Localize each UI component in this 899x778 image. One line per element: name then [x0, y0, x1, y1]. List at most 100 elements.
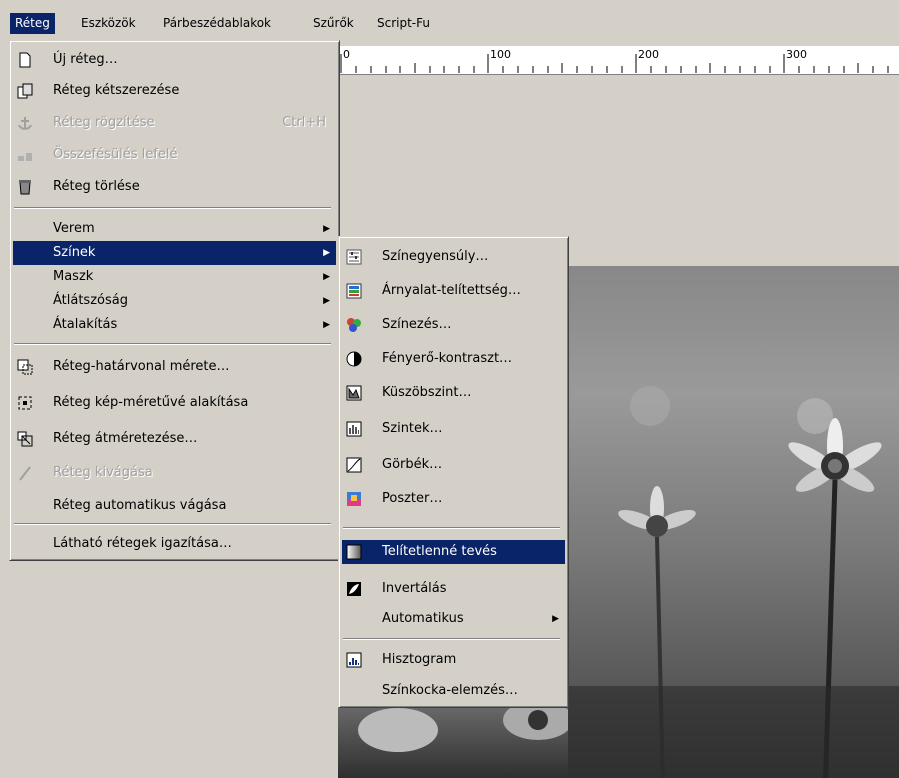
- new-layer-icon: [19, 52, 31, 68]
- menu-item-osszefesules-lefele[interactable]: Összefésülés lefelé: [13, 143, 336, 167]
- menu-item-label: Árnyalat-telítettség…: [382, 283, 521, 298]
- menu-item-label: Réteg kivágása: [53, 465, 153, 480]
- menu-item-invertalas[interactable]: Invertálás: [342, 577, 565, 601]
- menu-item-uj-reteg[interactable]: Új réteg…: [13, 48, 336, 72]
- layer-to-image-size-icon: [18, 396, 32, 410]
- menu-item-label: Átalakítás: [53, 317, 118, 332]
- shortcut-label: Ctrl+H: [282, 115, 326, 130]
- menu-item-reteg-torlese[interactable]: Réteg törlése: [13, 175, 336, 199]
- posterize-icon: [347, 492, 361, 506]
- menu-item-maszk[interactable]: Maszk ▶: [13, 265, 336, 289]
- menu-item-label: Réteg-határvonal mérete…: [53, 359, 230, 374]
- ruler-label: 0: [343, 48, 350, 61]
- color-balance-icon: [346, 249, 362, 265]
- menu-item-atlatszosag[interactable]: Átlátszóság ▶: [13, 289, 336, 313]
- menu-item-szintek[interactable]: Szintek…: [342, 417, 565, 441]
- menu-item-lathato-retegek-igazitasa[interactable]: Látható rétegek igazítása…: [13, 532, 336, 556]
- horizontal-ruler: 0 100 200 300: [338, 46, 899, 75]
- menubar: Réteg Eszközök Párbeszédablakok Szűrők S…: [0, 0, 899, 34]
- submenu-arrow-icon: ▶: [323, 296, 330, 306]
- menu-item-szinegyensuly[interactable]: Színegyensúly…: [342, 245, 565, 269]
- menu-item-szinkocka-elemzes[interactable]: Színkocka-elemzés…: [342, 679, 565, 703]
- menu-item-label: Hisztogram: [382, 652, 457, 667]
- layer-menu: Új réteg… Réteg kétszerezése Réteg rögzí…: [9, 40, 340, 561]
- hue-saturation-icon: [346, 283, 362, 299]
- menu-item-fenyero-kontraszt[interactable]: Fényerő-kontraszt…: [342, 347, 565, 371]
- merge-down-icon: [18, 153, 32, 161]
- ruler-label: 200: [638, 48, 659, 61]
- ruler-label: 300: [786, 48, 807, 61]
- menu-item-label: Fényerő-kontraszt…: [382, 351, 513, 366]
- menu-separator: [14, 207, 331, 209]
- menu-item-gorbek[interactable]: Görbék…: [342, 453, 565, 477]
- curves-icon: [346, 457, 362, 473]
- menu-separator: [343, 527, 560, 529]
- submenu-arrow-icon: ▶: [552, 614, 559, 624]
- menu-item-label: Réteg átméretezése…: [53, 431, 198, 446]
- menu-eszkozok[interactable]: Eszközök: [76, 13, 141, 34]
- brightness-contrast-icon: [346, 351, 362, 367]
- submenu-arrow-icon: ▶: [323, 320, 330, 330]
- menu-item-szinezes[interactable]: Színezés…: [342, 313, 565, 337]
- menu-item-label: Küszöbszint…: [382, 385, 472, 400]
- menu-item-label: Réteg kétszerezése: [53, 83, 180, 98]
- menu-separator: [14, 343, 331, 345]
- histogram-icon: [346, 652, 362, 668]
- menu-item-label: Új réteg…: [53, 52, 118, 67]
- menu-item-hisztogram[interactable]: Hisztogram: [342, 648, 565, 672]
- menu-item-reteg-ketszerezese[interactable]: Réteg kétszerezése: [13, 79, 336, 103]
- menu-script-fu[interactable]: Script-Fu: [372, 13, 435, 34]
- menu-item-label: Invertálás: [382, 581, 447, 596]
- menu-item-label: Réteg törlése: [53, 179, 140, 194]
- menu-item-label: Verem: [53, 221, 95, 236]
- menu-item-label: Színek: [53, 245, 96, 260]
- menu-item-label: Színegyensúly…: [382, 249, 489, 264]
- menu-item-poszter[interactable]: Poszter…: [342, 487, 565, 511]
- menu-item-label: Automatikus: [382, 611, 464, 626]
- menu-item-reteg-hatarvonal-merete[interactable]: Réteg-határvonal mérete…: [13, 355, 336, 379]
- menu-item-reteg-kivagasa[interactable]: Réteg kivágása: [13, 461, 336, 485]
- menu-parbeszedablakok[interactable]: Párbeszédablakok: [158, 13, 276, 34]
- submenu-arrow-icon: ▶: [323, 272, 330, 282]
- submenu-arrow-icon: ▶: [323, 248, 330, 258]
- menu-item-kuszobszint[interactable]: Küszöbszint…: [342, 381, 565, 405]
- menu-item-verem[interactable]: Verem ▶: [13, 217, 336, 241]
- menu-separator: [343, 638, 560, 640]
- menu-item-label: Réteg rögzítése: [53, 115, 155, 130]
- menu-item-label: Szintek…: [382, 421, 443, 436]
- menu-reteg[interactable]: Réteg: [10, 13, 55, 34]
- menu-item-atalakitas[interactable]: Átalakítás ▶: [13, 313, 336, 337]
- menu-item-szinek[interactable]: Színek ▶: [13, 241, 336, 265]
- colorize-icon: [347, 318, 361, 332]
- ruler-label: 100: [490, 48, 511, 61]
- menu-item-reteg-atmeretezese[interactable]: Réteg átméretezése…: [13, 427, 336, 451]
- submenu-arrow-icon: ▶: [323, 224, 330, 234]
- anchor-icon: [18, 117, 32, 130]
- flower-photo[interactable]: [565, 266, 899, 778]
- duplicate-layer-icon: [17, 83, 33, 99]
- flower-photo-art: [565, 386, 899, 778]
- menu-item-telitetlenne-teves[interactable]: Telítetlenné tevés: [342, 540, 565, 564]
- crop-icon: [19, 466, 31, 481]
- menu-item-label: Látható rétegek igazítása…: [53, 536, 232, 551]
- layer-boundary-icon: [17, 359, 33, 375]
- menu-item-automatikus[interactable]: Automatikus ▶: [342, 607, 565, 631]
- menu-item-label: Átlátszóság: [53, 293, 128, 308]
- menu-item-label: Réteg automatikus vágása: [53, 498, 227, 513]
- menu-item-label: Réteg kép-méretűvé alakítása: [53, 395, 249, 410]
- menu-item-label: Telítetlenné tevés: [382, 544, 497, 559]
- desaturate-icon: [346, 544, 362, 560]
- menu-item-label: Maszk: [53, 269, 94, 284]
- menu-item-label: Összefésülés lefelé: [53, 147, 178, 162]
- menu-item-reteg-kep-meretuve[interactable]: Réteg kép-méretűvé alakítása: [13, 391, 336, 415]
- flower-photo-bottom-art: [358, 700, 568, 752]
- menu-item-label: Színezés…: [382, 317, 452, 332]
- ruler-ticks: [340, 54, 889, 73]
- flower-photo-bottom[interactable]: [338, 700, 568, 778]
- menu-szurok[interactable]: Szűrők: [308, 13, 359, 34]
- menu-item-reteg-rogzitese[interactable]: Réteg rögzítése Ctrl+H: [13, 111, 336, 135]
- threshold-icon: [346, 385, 362, 401]
- menu-item-arnyalat-telitettseg[interactable]: Árnyalat-telítettség…: [342, 279, 565, 303]
- menu-item-label: Poszter…: [382, 491, 443, 506]
- menu-item-reteg-automatikus-vagasa[interactable]: Réteg automatikus vágása: [13, 494, 336, 518]
